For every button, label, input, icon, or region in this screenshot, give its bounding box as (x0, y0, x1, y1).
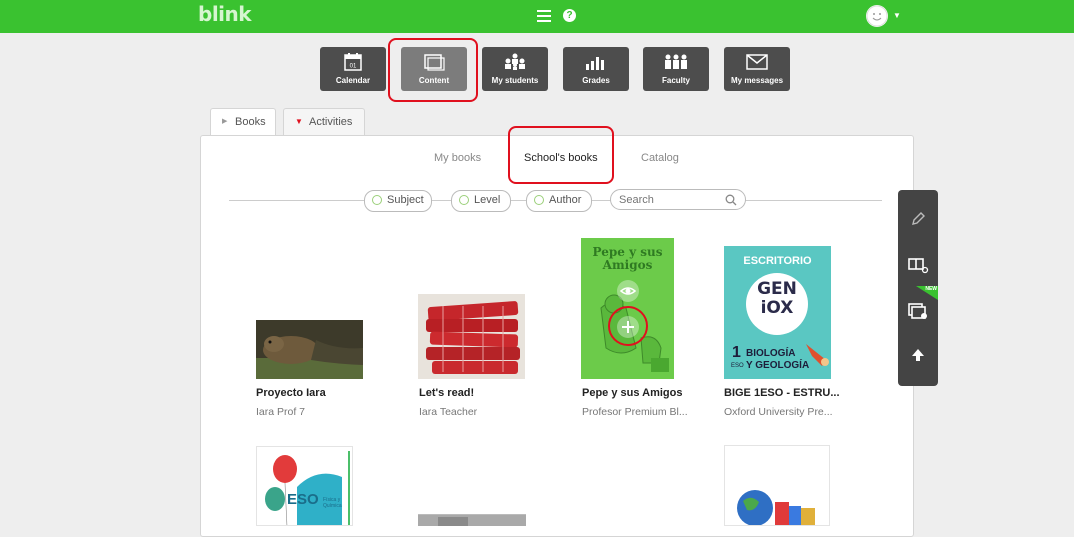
eye-icon (619, 287, 637, 295)
grades-icon (586, 57, 604, 70)
smiley-icon (866, 5, 888, 27)
nav-students-label: My students (491, 76, 539, 85)
filter-author-label: Author (549, 194, 582, 206)
tab-activities[interactable]: ▼ Activities (283, 108, 365, 136)
radio-circle-icon (534, 195, 544, 205)
book-author: Profesor Premium Bl... (582, 406, 688, 418)
add-content-tool-button[interactable] (906, 300, 930, 322)
nav-messages-label: My messages (730, 76, 784, 85)
filter-level-label: Level (474, 194, 501, 206)
book-settings-icon (908, 258, 929, 274)
cover-level-text: ESO (731, 363, 744, 369)
calendar-day: 01 (350, 64, 357, 70)
book-cover-partial[interactable] (418, 514, 526, 526)
filter-level[interactable]: Level (451, 190, 511, 212)
nav-calendar-label: Calendar (335, 76, 371, 85)
book-tool-button[interactable] (906, 254, 930, 276)
book-cover-lets-read[interactable] (418, 294, 525, 379)
search-field[interactable] (610, 189, 746, 210)
search-input[interactable] (617, 192, 721, 208)
new-badge: NEW (916, 286, 938, 300)
book-cover-proyecto-iara[interactable] (256, 320, 363, 379)
cover-header: ESCRITORIO (743, 255, 812, 267)
top-bar: blink ? ▼ (0, 0, 1074, 33)
cover-logo-bottom: iOX (760, 298, 794, 318)
book-title[interactable]: Pepe y sus Amigos (582, 387, 682, 399)
caret-right-icon: ▶ (222, 118, 228, 125)
otter-photo (256, 320, 363, 379)
cover-subject: Física y Química (323, 497, 342, 509)
book-title[interactable]: BIGE 1ESO - ESTRU... (724, 387, 840, 399)
students-icon (505, 53, 525, 70)
nav-grades-button[interactable]: Grades (563, 47, 629, 91)
cover-subject-line1: BIOLOGÍA (746, 348, 796, 359)
globe-illustration (737, 490, 815, 525)
cover-level: ESO (287, 491, 319, 508)
book-author: Iara Prof 7 (256, 406, 306, 418)
diver-illustration (806, 344, 829, 366)
red-books-photo (418, 294, 525, 379)
search-icon[interactable] (725, 194, 737, 206)
upload-tool-button[interactable] (906, 344, 930, 366)
caret-down-icon: ▼ (295, 117, 303, 126)
nav-faculty-label: Faculty (661, 76, 690, 85)
side-toolbar: NEW (898, 190, 938, 386)
tab-activities-label: Activities (309, 116, 353, 128)
book-title[interactable]: Proyecto Iara (256, 387, 326, 399)
user-avatar[interactable] (866, 5, 888, 27)
new-badge-text: NEW (925, 286, 937, 292)
radio-circle-icon (372, 195, 382, 205)
nav-faculty-button[interactable]: Faculty (643, 47, 709, 91)
hamburger-menu-icon[interactable] (536, 8, 552, 24)
cover-subject-line2: Y GEOLOGÍA (746, 360, 810, 371)
user-menu-caret-icon[interactable]: ▼ (893, 11, 901, 20)
nav-students-button[interactable]: My students (482, 47, 548, 91)
cover-logo-top: GEN (757, 279, 797, 299)
balloon-illustration (265, 451, 350, 525)
cover-level-num: 1 (732, 344, 741, 361)
book-cover-bige[interactable]: ESCRITORIO GEN iOX 1 ESO BIOLOGÍA Y GEOL… (724, 246, 831, 379)
add-resource-icon (908, 303, 927, 319)
schools-books-highlight (508, 126, 614, 184)
nav-calendar-button[interactable]: 01 Calendar (320, 47, 386, 91)
book-title[interactable]: Let's read! (419, 387, 474, 399)
edit-tool-button[interactable] (906, 208, 930, 230)
messages-icon (746, 54, 768, 70)
book-cover-fisica-quimica[interactable]: ESO Física y Química (256, 446, 353, 526)
nav-messages-button[interactable]: My messages (724, 47, 790, 91)
cover-photo (418, 515, 526, 526)
radio-circle-icon (459, 195, 469, 205)
help-icon[interactable]: ? (563, 9, 576, 22)
tab-books-label: Books (235, 116, 266, 128)
book-author: Oxford University Pre... (724, 406, 833, 418)
blink-logo[interactable]: blink (198, 2, 252, 26)
pencil-icon (912, 212, 925, 225)
filter-subject[interactable]: Subject (364, 190, 432, 212)
add-button-highlight (608, 306, 648, 346)
book-author: Iara Teacher (419, 406, 478, 418)
nav-grades-label: Grades (582, 76, 610, 85)
upload-arrow-icon (912, 349, 924, 361)
subtab-my-books[interactable]: My books (434, 152, 481, 164)
book-cover-globe[interactable] (724, 445, 830, 526)
preview-button[interactable] (617, 280, 639, 302)
pepe-cover-title: Pepe y sus Amigos (592, 245, 663, 272)
subtab-catalog[interactable]: Catalog (641, 152, 679, 164)
tab-books[interactable]: ▶ Books (210, 108, 276, 137)
filter-subject-label: Subject (387, 194, 424, 206)
content-highlight (388, 38, 478, 102)
faculty-icon (665, 54, 687, 69)
calendar-icon: 01 (344, 53, 362, 71)
filter-author[interactable]: Author (526, 190, 592, 212)
